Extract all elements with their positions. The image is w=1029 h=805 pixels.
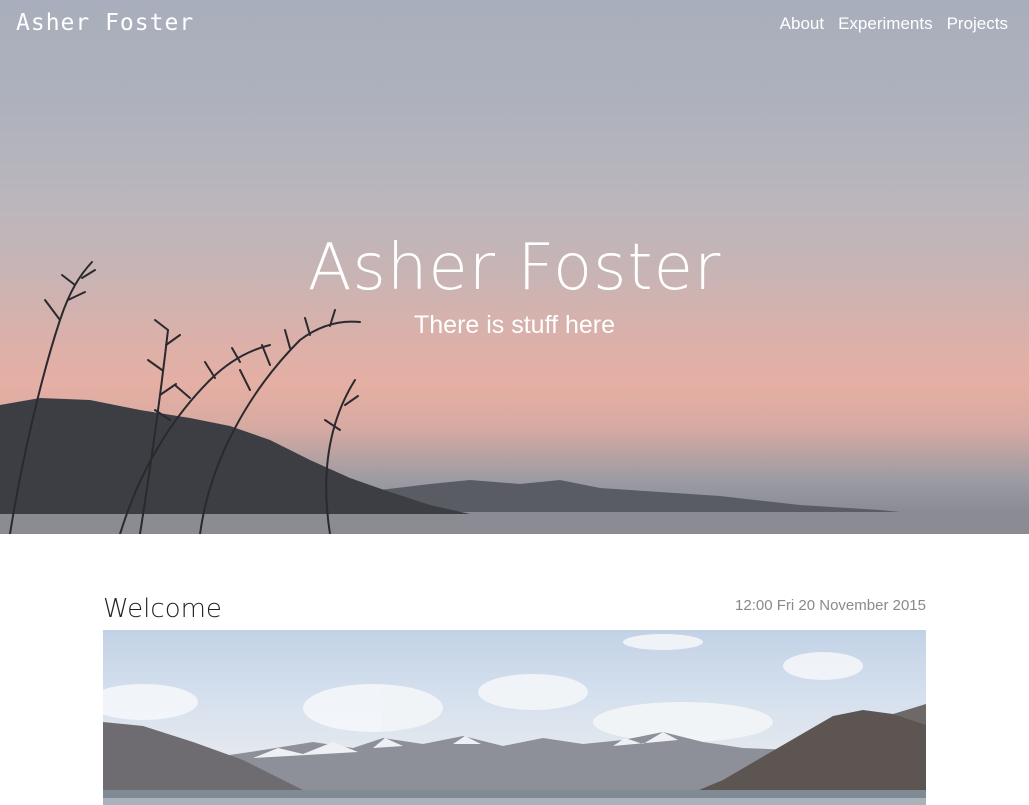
post-image — [103, 630, 926, 805]
hero-title: Asher Foster — [307, 231, 722, 305]
mountain-lake-image — [103, 634, 926, 805]
hero-subtitle: There is stuff here — [413, 311, 616, 339]
post-card: Welcome 12:00 Fri 20 November 2015 — [103, 590, 926, 805]
nav-link-experiments[interactable]: Experiments — [838, 14, 932, 34]
post-date: 12:00 Fri 20 November 2015 — [735, 597, 926, 614]
post-title[interactable]: Welcome — [103, 596, 222, 622]
site-logo-link[interactable]: Asher Foster — [16, 10, 194, 36]
post-header: Welcome 12:00 Fri 20 November 2015 — [103, 590, 926, 630]
hero-banner: Asher Foster About Experiments Projects … — [0, 0, 1029, 534]
nav-link-projects[interactable]: Projects — [947, 14, 1008, 34]
nav-link-about[interactable]: About — [780, 14, 824, 34]
top-nav: About Experiments Projects — [780, 14, 1008, 34]
